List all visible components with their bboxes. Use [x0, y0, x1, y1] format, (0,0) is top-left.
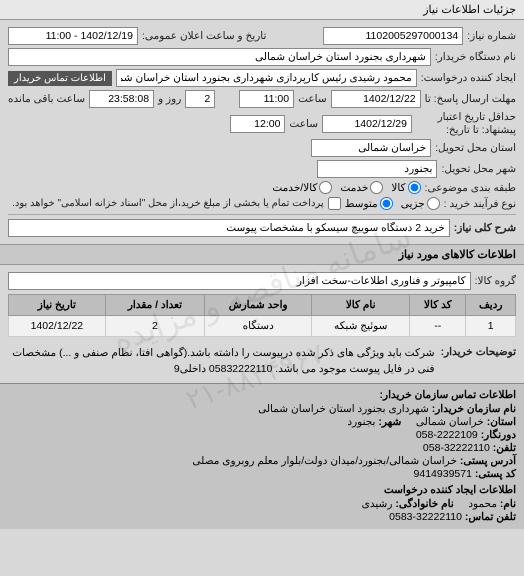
address-label: آدرس پستی:	[460, 455, 516, 467]
purchase-type-radio-group: جزیی متوسط	[345, 197, 440, 210]
announce-date-input[interactable]	[8, 27, 138, 45]
city-input[interactable]	[317, 160, 437, 178]
radio-partial[interactable]: جزیی	[401, 197, 440, 210]
province-label: استان محل تحویل:	[435, 142, 516, 154]
org-contact-title: اطلاعات تماس سازمان خریدار:	[8, 389, 516, 401]
city-label: شهر محل تحویل:	[441, 163, 516, 175]
remain-days-label: روز و	[158, 93, 181, 105]
remain-time-input	[89, 90, 154, 108]
cell-qty: 2	[105, 316, 204, 337]
radio-medium[interactable]: متوسط	[345, 197, 393, 210]
org-name-label: نام سازمان خریدار:	[432, 403, 516, 415]
requester-label: ایجاد کننده درخواست:	[421, 72, 516, 84]
tab-header: جزئیات اطلاعات نیاز	[0, 0, 524, 20]
deadline1-label: مهلت ارسال پاسخ: تا	[425, 93, 516, 105]
cell-name: سوئیج شبکه	[312, 316, 410, 337]
radio-service[interactable]: خدمت	[340, 181, 383, 194]
cphone-value: 32222110-0583	[389, 511, 462, 523]
col-date: تاریخ نیاز	[9, 295, 106, 316]
deadline2-date-input[interactable]	[322, 115, 412, 133]
goods-group-input[interactable]	[8, 272, 471, 290]
footer-province-label: استان:	[487, 416, 516, 428]
radio-goods[interactable]: کالا	[391, 181, 420, 194]
need-number-input[interactable]	[323, 27, 463, 45]
subject-radio-group: کالا خدمت کالا/خدمت	[272, 181, 420, 194]
goods-table: ردیف کد کالا نام کالا واحد شمارش تعداد /…	[8, 294, 516, 337]
remain-days-input	[185, 90, 215, 108]
zip-label: کد پستی:	[475, 468, 516, 480]
fname-value: محمود	[468, 498, 497, 510]
deadline1-date-input[interactable]	[331, 90, 421, 108]
fname-label: نام:	[500, 498, 516, 510]
radio-both[interactable]: کالا/خدمت	[272, 181, 332, 194]
goods-group-label: گروه کالا:	[475, 275, 516, 287]
lname-value: رشیدی	[362, 498, 393, 510]
zip-value: 9414939571	[414, 468, 472, 480]
fax-label: دورنگار:	[481, 429, 516, 441]
cphone-label: تلفن تماس:	[465, 511, 516, 523]
col-code: کد کالا	[410, 295, 466, 316]
footer-province: خراسان شمالی	[416, 416, 484, 428]
footer-city-label: شهر:	[378, 416, 401, 428]
address-value: خراسان شمالی/بجنورد/میدان دولت/بلوار معل…	[192, 455, 457, 467]
col-qty: تعداد / مقدار	[105, 295, 204, 316]
footer-contact-block: اطلاعات تماس سازمان خریدار: نام سازمان خ…	[0, 383, 524, 529]
cell-idx: 1	[466, 316, 516, 337]
purchase-note: پرداخت تمام یا بخشی از مبلغ خرید،از محل …	[12, 198, 324, 209]
subject-class-label: طبقه بندی موضوعی:	[425, 182, 516, 194]
cell-date: 1402/12/22	[9, 316, 106, 337]
deadline2-time-input[interactable]	[230, 115, 285, 133]
org-name: شهرداری بجنورد استان خراسان شمالی	[258, 403, 429, 415]
need-number-label: شماره نیاز:	[467, 30, 516, 42]
announce-date-label: تاریخ و ساعت اعلان عمومی:	[142, 30, 266, 42]
phone-label: تلفن:	[493, 442, 516, 454]
treasury-checkbox[interactable]	[328, 197, 341, 210]
col-idx: ردیف	[466, 295, 516, 316]
remain-time-label: ساعت باقی مانده	[8, 93, 85, 105]
need-desc-input[interactable]	[8, 219, 450, 237]
purchase-type-label: نوع فرآیند خرید :	[444, 198, 516, 210]
fax-value: 2222109-058	[416, 429, 478, 441]
col-name: نام کالا	[312, 295, 410, 316]
table-row[interactable]: 1 -- سوئیج شبکه دستگاه 2 1402/12/22	[9, 316, 516, 337]
time-label-1: ساعت	[298, 93, 327, 105]
province-input[interactable]	[311, 139, 431, 157]
buyer-contact-button[interactable]: اطلاعات تماس خریدار	[8, 71, 112, 86]
buyer-input[interactable]	[8, 48, 431, 66]
time-label-2: ساعت	[289, 118, 318, 130]
buyer-label: نام دستگاه خریدار:	[435, 51, 516, 63]
buyer-notes-label: توضیحات خریدار:	[441, 346, 516, 378]
footer-city: بجنورد	[347, 416, 375, 428]
deadline1-time-input[interactable]	[239, 90, 294, 108]
phone-value: 32222110-058	[423, 442, 490, 454]
goods-section-title: اطلاعات کالاهای مورد نیاز	[0, 244, 524, 265]
creator-title: اطلاعات ایجاد کننده درخواست	[8, 484, 516, 496]
cell-unit: دستگاه	[205, 316, 312, 337]
cell-code: --	[410, 316, 466, 337]
need-desc-label: شرح کلی نیاز:	[454, 222, 516, 234]
buyer-notes-text: شرکت باید ویژگی های ذکر شده درپیوست را د…	[8, 346, 435, 378]
lname-label: نام خانوادگی:	[395, 498, 453, 510]
col-unit: واحد شمارش	[205, 295, 312, 316]
deadline2-label: حداقل تاریخ اعتبار پیشنهاد: تا تاریخ:	[416, 111, 516, 136]
requester-input[interactable]	[116, 69, 417, 87]
